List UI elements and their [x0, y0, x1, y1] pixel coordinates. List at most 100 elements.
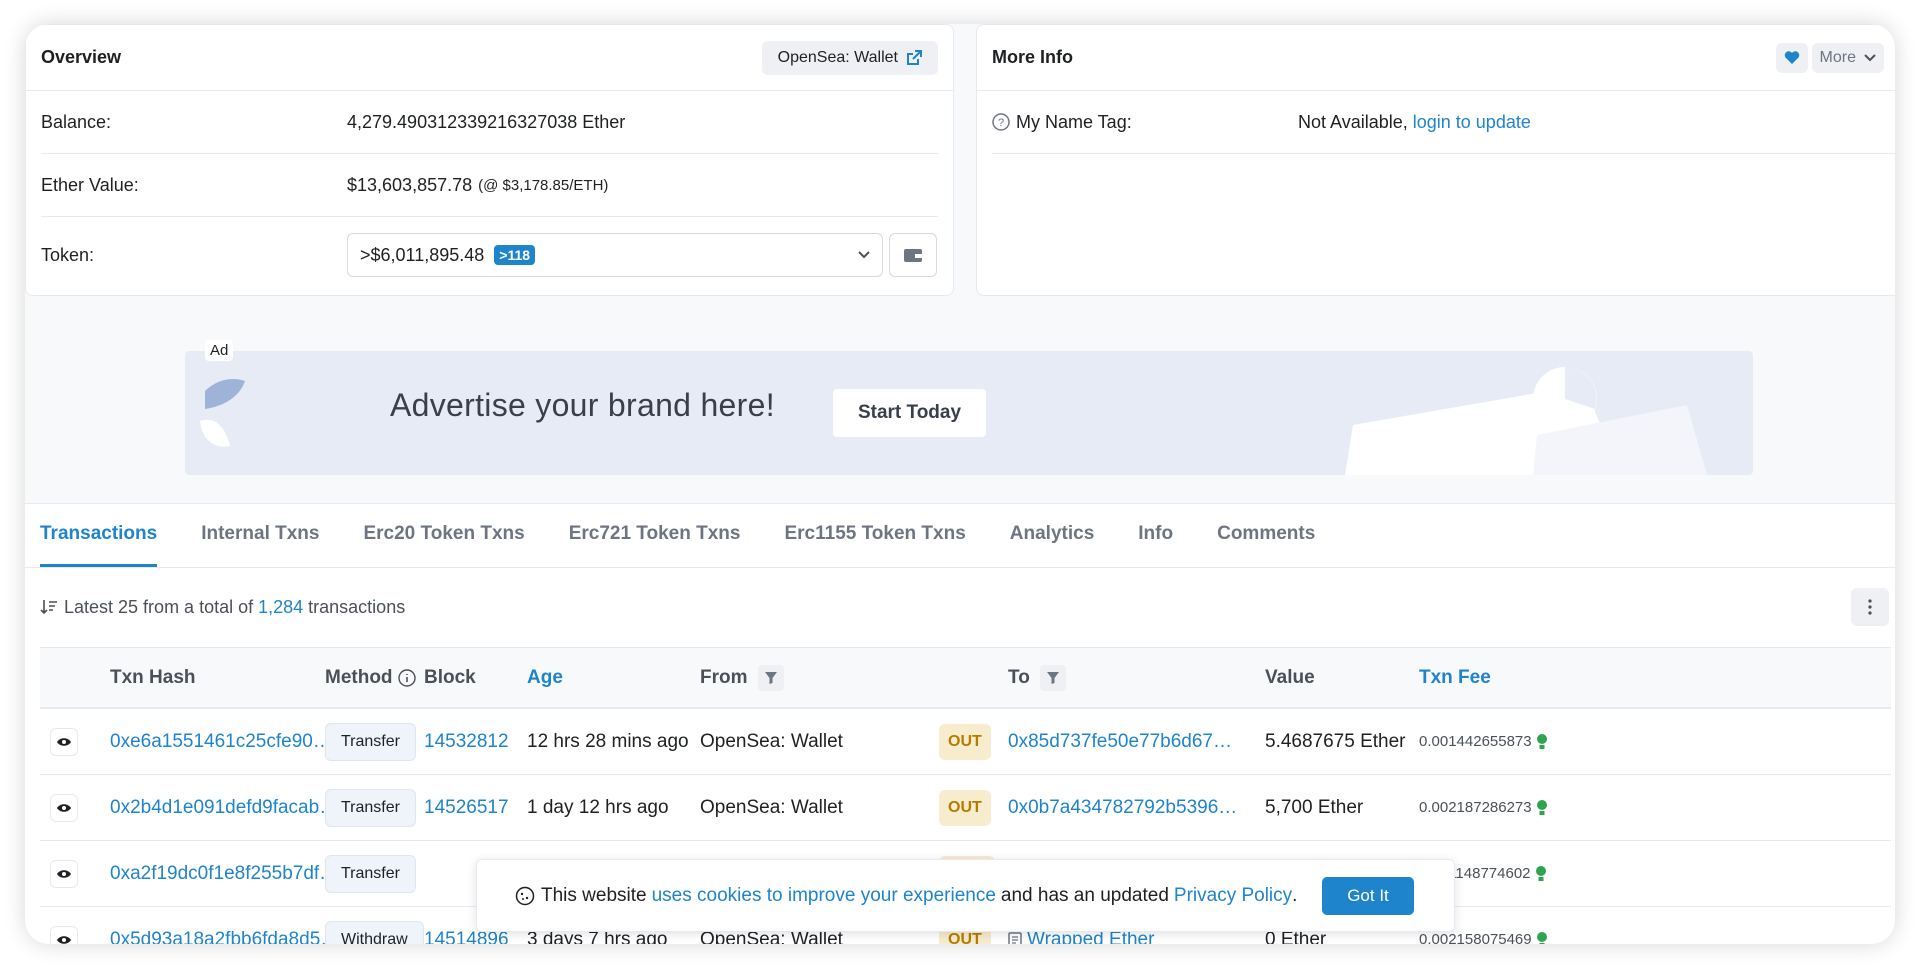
start-today-button[interactable]: Start Today — [833, 389, 986, 437]
token-dropdown[interactable]: >$6,011,895.48 >118 — [347, 233, 883, 277]
col-age[interactable]: Age — [527, 648, 563, 707]
options-menu-button[interactable] — [1851, 588, 1889, 626]
privacy-policy-link[interactable]: Privacy Policy — [1174, 885, 1292, 907]
tab-analytics[interactable]: Analytics — [1010, 504, 1094, 567]
ether-value-label: Ether Value: — [41, 174, 139, 195]
chevron-down-icon — [1864, 53, 1876, 61]
filter-icon — [1046, 671, 1059, 684]
tab-internal-txns[interactable]: Internal Txns — [201, 504, 319, 567]
got-it-button[interactable]: Got It — [1322, 877, 1414, 915]
balance-row: Balance: 4,279.490312339216327038 Ether — [41, 91, 938, 154]
info-circle-icon[interactable] — [397, 668, 416, 687]
txn-hash-link[interactable]: 0x5d93a18a2fbb6fda8d5… — [110, 907, 339, 945]
method-badge: Transfer — [325, 722, 416, 761]
name-tag-label: My Name Tag: — [1016, 111, 1132, 132]
ad-banner[interactable]: Advertise your brand here! Start Today — [185, 351, 1753, 475]
block-link[interactable]: 14526517 — [424, 775, 509, 840]
wallet-icon — [904, 249, 922, 262]
method-badge: Transfer — [325, 854, 416, 893]
eye-icon — [57, 737, 71, 746]
eye-icon — [57, 869, 71, 878]
favorite-button[interactable] — [1775, 42, 1808, 73]
table-header: Txn Hash Method Block Age From To Value … — [40, 647, 1891, 709]
ether-rate: (@ $3,178.85/ETH) — [478, 176, 609, 194]
token-value: >$6,011,895.48 — [360, 244, 485, 265]
external-link-icon — [907, 49, 922, 65]
from-value: OpenSea: Wallet — [700, 730, 843, 752]
cookie-policy-link[interactable]: uses cookies to improve your experience — [652, 885, 996, 907]
wallet-button[interactable] — [889, 233, 937, 277]
cookie-text-3: . — [1292, 884, 1298, 906]
more-info-title: More Info — [992, 47, 1073, 67]
cookie-banner: This website uses cookies to improve you… — [476, 859, 1455, 932]
balance-value: 4,279.490312339216327038 Ether — [347, 111, 626, 132]
from-value: OpenSea: Wallet — [700, 796, 843, 818]
gas-bulb-icon — [1535, 865, 1546, 881]
txn-hash-link[interactable]: 0x2b4d1e091defd9facab… — [110, 775, 338, 840]
wallet-tag-label: OpenSea: Wallet — [777, 48, 898, 66]
overview-title: Overview — [41, 47, 122, 67]
col-from: From — [700, 648, 784, 707]
view-details-button[interactable] — [50, 793, 78, 822]
ether-value-row: Ether Value: $13,603,857.78 (@ $3,178.85… — [41, 154, 938, 217]
chevron-down-icon — [858, 251, 870, 259]
cookie-text-2: and has an updated — [1000, 884, 1169, 906]
col-block: Block — [424, 666, 476, 688]
gas-bulb-icon — [1536, 799, 1547, 815]
more-info-header: More Info More — [977, 25, 1895, 91]
col-from-label: From — [700, 666, 748, 688]
col-to-label: To — [1008, 666, 1030, 688]
overview-card: Overview OpenSea: Wallet Balance: 4,279.… — [25, 24, 954, 296]
to-address-link[interactable]: 0x85d737fe50e77b6d67… — [1008, 709, 1232, 774]
heart-icon — [1784, 50, 1799, 64]
tab-erc721-token-txns[interactable]: Erc721 Token Txns — [569, 504, 741, 567]
token-row: Token: >$6,011,895.48 >118 — [41, 217, 938, 293]
block-link[interactable]: 14532812 — [424, 709, 509, 774]
transactions-summary: Latest 25 from a total of 1,284 transact… — [25, 568, 1895, 646]
txn-fee-value: 0.002158075469 — [1419, 931, 1532, 944]
tab-comments[interactable]: Comments — [1217, 504, 1315, 567]
tab-erc20-token-txns[interactable]: Erc20 Token Txns — [363, 504, 524, 567]
to-address-link[interactable]: 0x0b7a434782792b5396… — [1008, 775, 1237, 840]
chart-illustration-icon — [1345, 367, 1707, 475]
ad-text: Advertise your brand here! — [390, 387, 775, 423]
tab-transactions[interactable]: Transactions — [40, 504, 158, 567]
col-txn-hash: Txn Hash — [110, 666, 196, 688]
value-amount: 5.4687675 Ether — [1265, 730, 1406, 752]
direction-badge: OUT — [939, 723, 991, 760]
wallet-tag-link[interactable]: OpenSea: Wallet — [761, 40, 938, 75]
age-value: 1 day 12 hrs ago — [527, 796, 669, 818]
more-dropdown[interactable]: More — [1811, 42, 1884, 73]
from-filter-button[interactable] — [757, 664, 784, 691]
col-method-label: Method — [325, 666, 393, 688]
table-row: 0xe6a1551461c25cfe90… Transfer 14532812 … — [40, 709, 1891, 775]
direction-badge: OUT — [939, 789, 991, 826]
txn-hash-link[interactable]: 0xa2f19dc0f1e8f255b7df… — [110, 841, 338, 906]
to-filter-button[interactable] — [1039, 664, 1066, 691]
txn-fee-value: 0.001442655873 — [1419, 733, 1532, 750]
login-link[interactable]: login to update — [1413, 112, 1531, 133]
more-label: More — [1819, 48, 1856, 66]
more-info-card: More Info More ? My Name Tag: Not Availa… — [976, 24, 1895, 296]
value-amount: 5,700 Ether — [1265, 796, 1364, 818]
cookie-text-1: This website — [541, 884, 647, 906]
col-txn-fee[interactable]: Txn Fee — [1419, 648, 1491, 707]
browser-frame: Overview OpenSea: Wallet Balance: 4,279.… — [25, 24, 1895, 944]
filter-icon — [764, 671, 777, 684]
brand-leaf-icon — [200, 379, 245, 447]
tab-erc1155-token-txns[interactable]: Erc1155 Token Txns — [784, 504, 965, 567]
ad-label: Ad — [205, 340, 234, 361]
summary-prefix: Latest 25 from a total of — [64, 596, 254, 617]
contract-document-icon — [1008, 931, 1022, 944]
svg-text:?: ? — [998, 117, 1004, 129]
total-count-link[interactable]: 1,284 — [258, 597, 303, 618]
gas-bulb-icon — [1536, 733, 1547, 749]
tab-info[interactable]: Info — [1138, 504, 1173, 567]
view-details-button[interactable] — [50, 727, 78, 756]
txn-fee-value: 0.002187286273 — [1419, 799, 1532, 816]
txn-hash-link[interactable]: 0xe6a1551461c25cfe90… — [110, 709, 332, 774]
view-details-button[interactable] — [50, 859, 78, 888]
eye-icon — [57, 803, 71, 812]
token-label: Token: — [41, 244, 95, 265]
view-details-button[interactable] — [50, 925, 78, 944]
